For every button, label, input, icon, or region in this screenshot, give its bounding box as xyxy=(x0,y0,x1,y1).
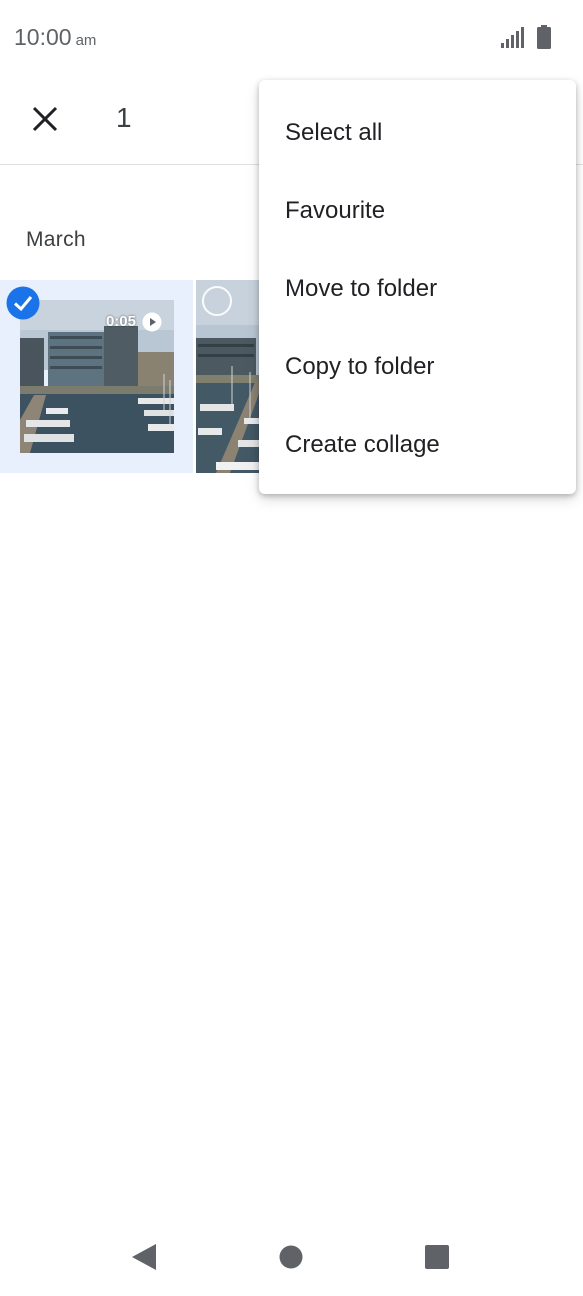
unselected-circle-icon[interactable] xyxy=(202,286,232,316)
menu-item-favourite[interactable]: Favourite xyxy=(259,172,576,250)
close-icon xyxy=(32,106,58,132)
status-time-text: 10:00 xyxy=(14,24,72,50)
battery-icon xyxy=(537,25,551,49)
selected-count: 1 xyxy=(116,102,132,133)
video-duration: 0:05 xyxy=(105,313,136,330)
screen: 10:00 am 1 March 0:05 Select all Favouri… xyxy=(0,0,583,1296)
recents-icon[interactable] xyxy=(425,1245,449,1269)
video-thumbnail: 0:05 xyxy=(20,300,174,453)
media-item-video[interactable]: 0:05 xyxy=(0,280,193,473)
menu-item-copy-to-folder[interactable]: Copy to folder xyxy=(259,328,576,406)
status-bar: 10:00 am xyxy=(0,0,583,76)
check-circle-icon xyxy=(6,286,40,320)
back-icon[interactable] xyxy=(130,1242,158,1272)
menu-item-select-all[interactable]: Select all xyxy=(259,94,576,172)
overflow-menu: Select all Favourite Move to folder Copy… xyxy=(259,80,576,494)
navigation-bar xyxy=(0,1218,583,1296)
status-clock: 10:00 am xyxy=(14,24,96,51)
signal-icon xyxy=(501,27,524,48)
section-heading: March xyxy=(26,228,86,251)
menu-item-move-to-folder[interactable]: Move to folder xyxy=(259,250,576,328)
close-selection-button[interactable] xyxy=(20,94,70,144)
play-icon xyxy=(142,312,162,332)
home-icon[interactable] xyxy=(279,1245,303,1269)
status-ampm: am xyxy=(75,32,97,49)
menu-item-create-collage[interactable]: Create collage xyxy=(259,406,576,484)
